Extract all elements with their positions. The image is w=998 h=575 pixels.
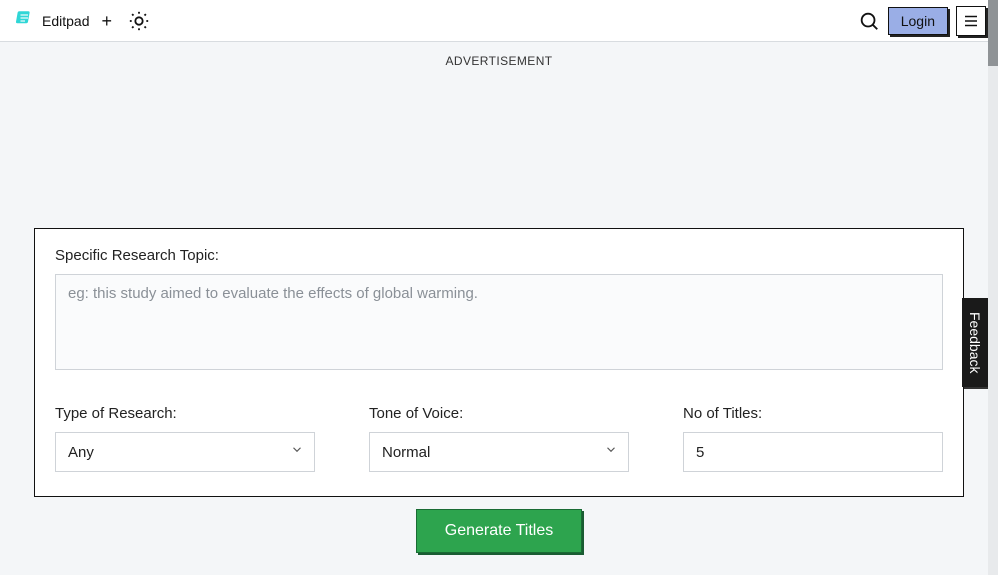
tone-label: Tone of Voice: xyxy=(369,405,629,422)
brand-name: Editpad xyxy=(42,13,89,29)
topic-label: Specific Research Topic: xyxy=(55,247,943,264)
number-of-titles-field: No of Titles: xyxy=(683,405,943,472)
search-icon[interactable] xyxy=(858,10,880,32)
login-button[interactable]: Login xyxy=(888,7,948,35)
menu-button[interactable] xyxy=(956,6,986,36)
tone-of-voice-field: Tone of Voice: Normal xyxy=(369,405,629,472)
header-right: Login xyxy=(858,6,986,36)
vertical-scrollbar[interactable] xyxy=(988,0,998,575)
chevron-down-icon xyxy=(290,443,304,462)
sun-icon[interactable] xyxy=(128,10,150,32)
title-generator-form: Specific Research Topic: Type of Researc… xyxy=(34,228,964,497)
generate-titles-button[interactable]: Generate Titles xyxy=(416,509,583,553)
scrollbar-thumb[interactable] xyxy=(988,0,998,66)
topic-textarea[interactable] xyxy=(55,274,943,370)
app-header: Editpad + Login xyxy=(0,0,998,42)
header-left: Editpad + xyxy=(16,9,150,32)
type-of-research-field: Type of Research: Any xyxy=(55,405,315,472)
type-label: Type of Research: xyxy=(55,405,315,422)
number-of-titles-input[interactable] xyxy=(683,432,943,472)
tone-value: Normal xyxy=(382,444,430,461)
tone-of-voice-select[interactable]: Normal xyxy=(369,432,629,472)
chevron-down-icon xyxy=(604,443,618,462)
type-value: Any xyxy=(68,444,94,461)
advertisement-label: ADVERTISEMENT xyxy=(0,54,998,68)
count-label: No of Titles: xyxy=(683,405,943,422)
feedback-tab[interactable]: Feedback xyxy=(962,298,988,387)
plus-icon[interactable]: + xyxy=(101,12,112,30)
type-of-research-select[interactable]: Any xyxy=(55,432,315,472)
options-row: Type of Research: Any Tone of Voice: Nor… xyxy=(55,405,943,472)
logo-icon xyxy=(16,9,34,32)
